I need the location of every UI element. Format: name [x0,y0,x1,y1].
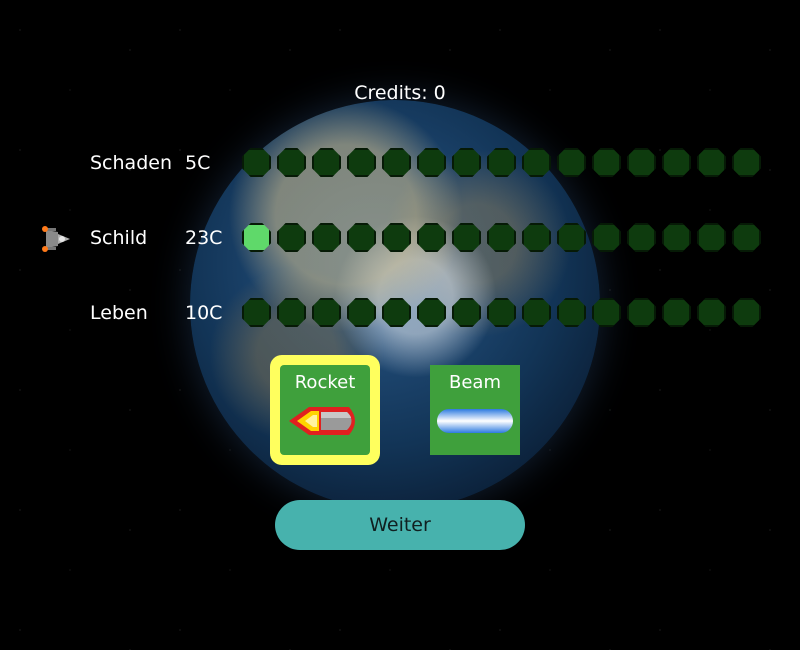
upgrade-level-slot [452,298,481,327]
upgrade-level-slot [697,223,726,252]
upgrade-cost: 23C [185,227,223,249]
upgrade-level-slot [347,223,376,252]
upgrade-level-slot [347,148,376,177]
upgrade-level-slot [627,223,656,252]
upgrade-level-slot [382,298,411,327]
upgrade-level-slot [277,223,306,252]
upgrade-level-slot [732,298,761,327]
upgrade-name: Schild [90,227,148,249]
weapon-label: Beam [449,372,501,393]
upgrade-level-slot [452,148,481,177]
upgrade-level-slot [662,148,691,177]
upgrade-name: Schaden [90,152,172,174]
upgrade-level-slot [732,223,761,252]
upgrade-row-leben[interactable]: Leben 10C [0,295,800,335]
upgrade-level-slot [487,223,516,252]
upgrade-level-slot [487,148,516,177]
upgrade-level-slot [312,148,341,177]
upgrade-level-slot [662,298,691,327]
upgrade-cost: 10C [185,302,223,324]
continue-button[interactable]: Weiter [275,500,525,550]
upgrade-level-slot [312,223,341,252]
upgrade-cost: 5C [185,152,211,174]
upgrade-level-slot [417,298,446,327]
upgrade-level-slot [312,298,341,327]
rocket-icon [289,407,355,435]
upgrade-row-schaden[interactable]: Schaden 5C [0,145,800,185]
upgrade-level-slot [592,223,621,252]
upgrade-level-slot [382,223,411,252]
upgrade-level-slot [662,223,691,252]
upgrade-level-slot [347,298,376,327]
upgrade-level-slot [627,148,656,177]
upgrade-level-slot [382,148,411,177]
upgrade-level-slot [242,148,271,177]
upgrade-level-slot [557,223,586,252]
upgrade-level-slot [697,298,726,327]
upgrade-level-slot [487,298,516,327]
weapon-label: Rocket [294,372,356,393]
upgrade-level-slot [697,148,726,177]
weapon-beam-button[interactable]: Beam [430,365,520,455]
upgrade-level-slot [452,223,481,252]
credits-display: Credits: 0 [354,82,446,104]
upgrade-level-slot [732,148,761,177]
upgrade-level-slot [522,148,551,177]
upgrade-level-slot [417,223,446,252]
upgrade-level-slot [242,223,271,252]
upgrade-level-slot [522,223,551,252]
upgrade-level-slot [627,298,656,327]
upgrade-level-slot [277,298,306,327]
upgrade-row-schild[interactable]: Schild 23C [0,220,800,260]
upgrade-level-slot [522,298,551,327]
beam-icon [437,409,513,433]
upgrade-level-slot [557,298,586,327]
upgrade-level-slot [242,298,271,327]
upgrade-level-slot [277,148,306,177]
upgrade-name: Leben [90,302,148,324]
upgrade-level-slot [592,298,621,327]
weapon-rocket-button[interactable]: Rocket [280,365,370,455]
upgrade-level-slot [417,148,446,177]
upgrade-level-slot [557,148,586,177]
upgrade-level-slot [592,148,621,177]
